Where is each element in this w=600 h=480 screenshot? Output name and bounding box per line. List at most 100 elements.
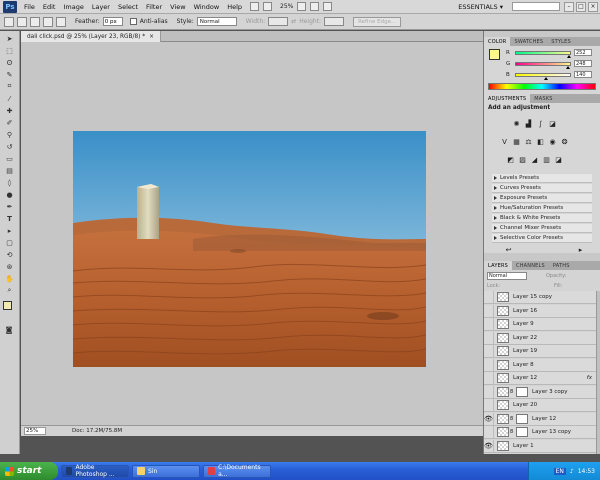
preset-levels[interactable]: Levels Presets <box>492 174 592 183</box>
path-selection-tool-icon[interactable]: ▸ <box>4 226 16 235</box>
tab-channels[interactable]: CHANNELS <box>512 261 549 270</box>
menu-layer[interactable]: Layer <box>88 3 114 11</box>
layers-scrollbar[interactable] <box>596 291 600 454</box>
layer-mask-thumbnail[interactable] <box>516 427 528 437</box>
visibility-eye-icon[interactable]: 👁 <box>484 439 494 452</box>
menu-file[interactable]: File <box>20 3 39 11</box>
preset-curves[interactable]: Curves Presets <box>492 184 592 193</box>
marquee-tool-icon[interactable]: ⬚ <box>4 46 16 55</box>
layer-row[interactable]: 8 Layer 3 copy <box>484 385 596 399</box>
3d-rotate-tool-icon[interactable]: ⟲ <box>4 250 16 259</box>
layer-row[interactable]: Layer 9 <box>484 318 596 331</box>
subtract-selection-icon[interactable] <box>43 16 53 27</box>
layer-row[interactable]: Layer 19 <box>484 345 596 358</box>
visibility-eye-icon[interactable] <box>484 399 494 411</box>
eraser-tool-icon[interactable]: ▭ <box>4 154 16 163</box>
document-canvas[interactable] <box>73 131 426 367</box>
layer-row[interactable]: Layer 12 fx <box>484 372 596 385</box>
menu-view[interactable]: View <box>166 3 189 11</box>
maximize-icon[interactable]: □ <box>576 1 586 12</box>
zoom-tool-icon[interactable] <box>310 2 320 11</box>
layer-thumbnail[interactable] <box>497 305 509 316</box>
history-brush-tool-icon[interactable]: ↺ <box>4 142 16 151</box>
start-button[interactable]: start <box>0 462 58 480</box>
blue-slider[interactable] <box>515 72 571 80</box>
layer-mask-thumbnail[interactable] <box>516 386 528 397</box>
layer-thumbnail[interactable] <box>497 440 509 451</box>
width-input[interactable] <box>268 17 289 26</box>
layer-thumbnail[interactable] <box>497 319 509 329</box>
swap-icon[interactable]: ⇄ <box>291 18 296 25</box>
layer-row[interactable]: Layer 8 <box>484 358 596 372</box>
preset-hue-saturation[interactable]: Hue/Saturation Presets <box>492 204 592 213</box>
blue-value-field[interactable]: 140 <box>574 71 592 78</box>
red-slider-knob[interactable] <box>567 54 572 58</box>
shape-tool-icon[interactable]: ▢ <box>4 238 16 247</box>
mask-link-icon[interactable]: 8 <box>510 429 514 435</box>
layer-row[interactable]: Layer 20 <box>484 399 596 412</box>
mask-link-icon[interactable]: 8 <box>510 389 514 395</box>
minimize-icon[interactable]: – <box>564 1 574 12</box>
tab-adjustments[interactable]: ADJUSTMENTS <box>484 94 531 103</box>
visibility-eye-icon[interactable] <box>484 385 494 398</box>
feather-input[interactable] <box>102 17 123 26</box>
visibility-eye-icon[interactable] <box>484 291 494 303</box>
green-slider[interactable] <box>515 61 571 69</box>
layer-thumbnail[interactable] <box>497 373 509 383</box>
status-zoom-field[interactable]: 25% <box>24 427 46 435</box>
brightness-contrast-icon[interactable]: ✺ <box>512 119 521 128</box>
tab-masks[interactable]: MASKS <box>530 94 556 103</box>
zoom-tool-icon[interactable]: ⌕ <box>4 286 16 295</box>
layer-name[interactable]: Layer 1 <box>513 443 596 449</box>
arrange-documents-icon[interactable] <box>323 2 333 11</box>
visibility-eye-icon[interactable]: 👁 <box>484 412 494 425</box>
visibility-eye-icon[interactable] <box>484 358 494 371</box>
style-select[interactable]: Normal <box>196 17 237 26</box>
tab-paths[interactable]: PATHS <box>549 261 574 270</box>
visibility-eye-icon[interactable] <box>484 331 494 344</box>
layer-name[interactable]: Layer 12 <box>513 375 587 381</box>
visibility-eye-icon[interactable] <box>484 345 494 357</box>
layer-thumbnail[interactable] <box>497 359 509 370</box>
green-value-field[interactable]: 248 <box>574 60 592 67</box>
layer-row[interactable]: Layer 16 <box>484 304 596 318</box>
brush-tool-icon[interactable]: ✐ <box>4 118 16 127</box>
workspace-switcher[interactable]: ESSENTIALS ▾ <box>453 3 508 11</box>
search-input[interactable] <box>512 2 560 11</box>
layer-thumbnail[interactable] <box>497 332 509 343</box>
layer-name[interactable]: Layer 22 <box>513 335 596 341</box>
menu-select[interactable]: Select <box>114 3 142 11</box>
mini-bridge-icon[interactable] <box>263 2 273 11</box>
blur-tool-icon[interactable]: ◊ <box>4 178 16 187</box>
foreground-color-swatch[interactable] <box>3 301 12 310</box>
preset-exposure[interactable]: Exposure Presets <box>492 194 592 203</box>
layer-name[interactable]: Layer 15 copy <box>513 294 596 300</box>
menu-image[interactable]: Image <box>59 3 87 11</box>
layer-name[interactable]: Layer 9 <box>513 321 596 327</box>
layer-row[interactable]: Layer 15 copy <box>484 291 596 304</box>
document-tab[interactable]: dali click.psd @ 25% (Layer 23, RGB/8) *… <box>21 31 162 42</box>
vibrance-icon[interactable]: V <box>500 137 509 146</box>
red-value-field[interactable]: 252 <box>574 49 592 56</box>
refine-edge-button[interactable]: Refine Edge... <box>353 16 402 27</box>
clock[interactable]: 14:53 <box>578 468 595 475</box>
threshold-icon[interactable]: ◢ <box>530 155 539 164</box>
bridge-icon[interactable] <box>250 2 260 11</box>
layer-row[interactable]: Layer 22 <box>484 331 596 345</box>
intersect-selection-icon[interactable] <box>56 16 66 27</box>
taskbar-item-documents[interactable]: C:\Documents a... <box>203 464 271 478</box>
layer-name[interactable]: Layer 19 <box>513 348 596 354</box>
close-icon[interactable]: × <box>588 1 598 12</box>
layer-name[interactable]: Layer 8 <box>513 362 596 368</box>
type-tool-icon[interactable]: T <box>4 214 16 223</box>
menu-window[interactable]: Window <box>190 3 224 11</box>
return-icon[interactable]: ↩ <box>504 245 513 254</box>
eyedropper-tool-icon[interactable]: ⁄ <box>4 94 16 103</box>
clone-stamp-tool-icon[interactable]: ⚲ <box>4 130 16 139</box>
layer-name[interactable]: Layer 13 copy <box>532 429 596 435</box>
add-selection-icon[interactable] <box>30 16 40 27</box>
menu-filter[interactable]: Filter <box>142 3 166 11</box>
gradient-tool-icon[interactable]: ▤ <box>4 166 16 175</box>
red-slider[interactable] <box>515 50 572 58</box>
preset-selective-color[interactable]: Selective Color Presets <box>492 234 592 243</box>
